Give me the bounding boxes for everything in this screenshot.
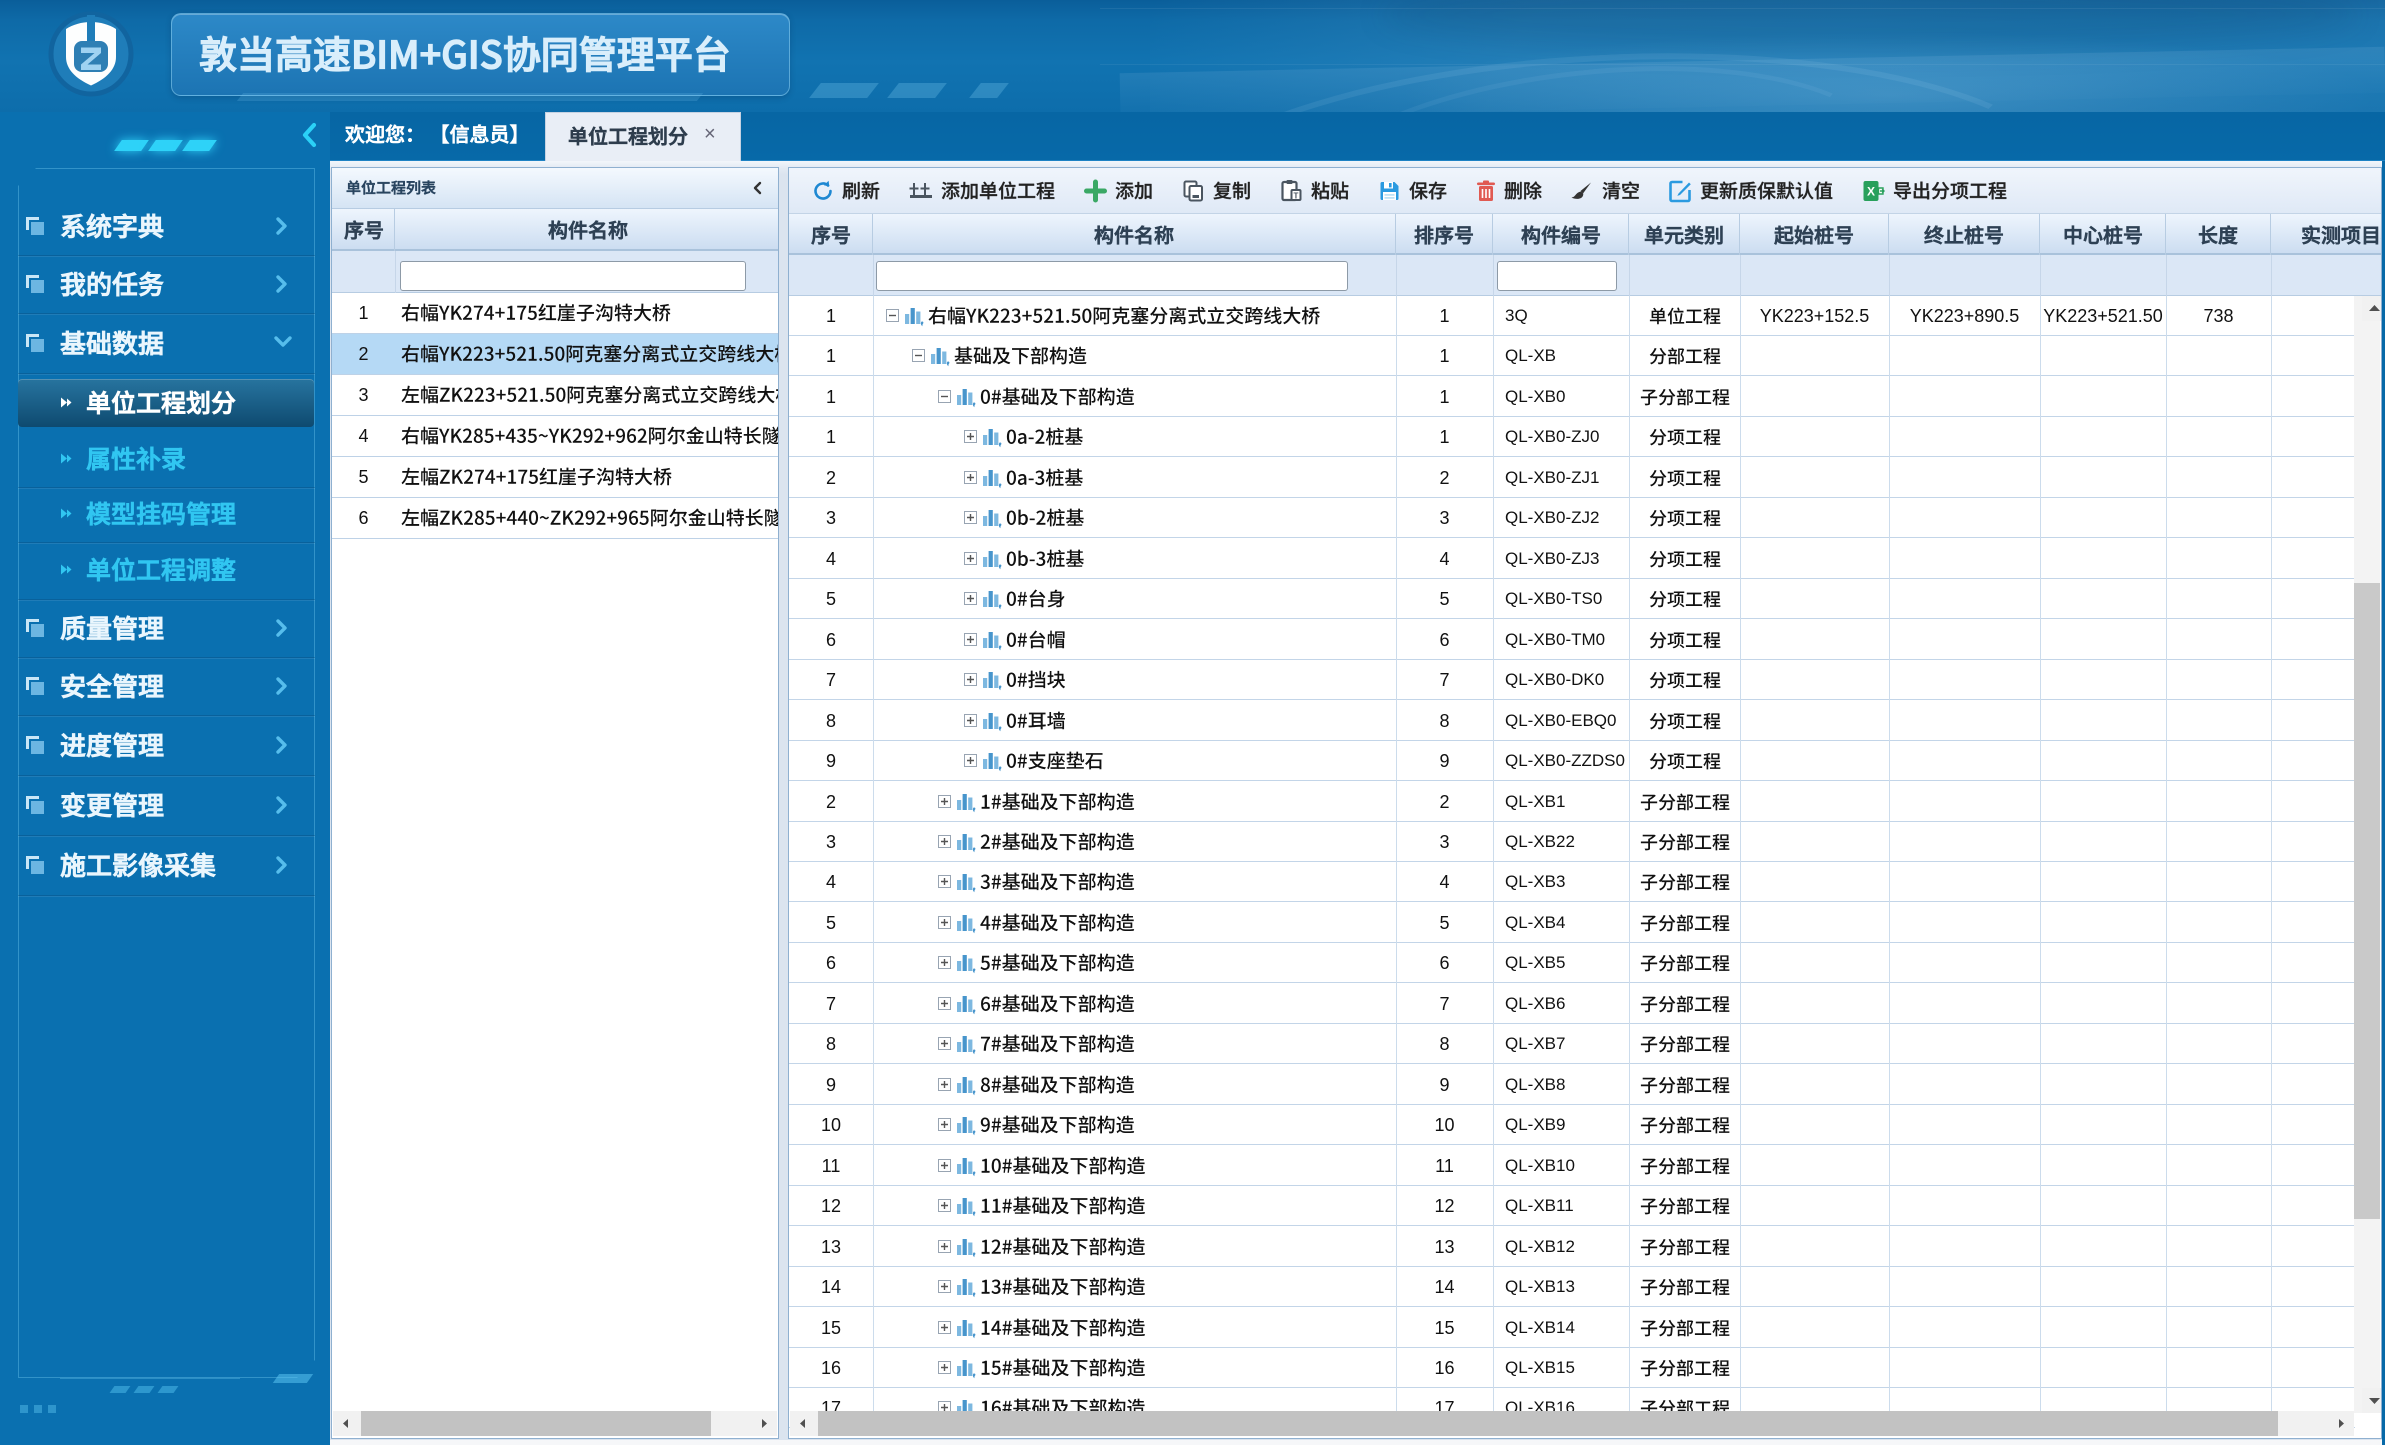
svg-text:T: T xyxy=(1294,191,1299,200)
svg-text:X: X xyxy=(1867,184,1875,198)
